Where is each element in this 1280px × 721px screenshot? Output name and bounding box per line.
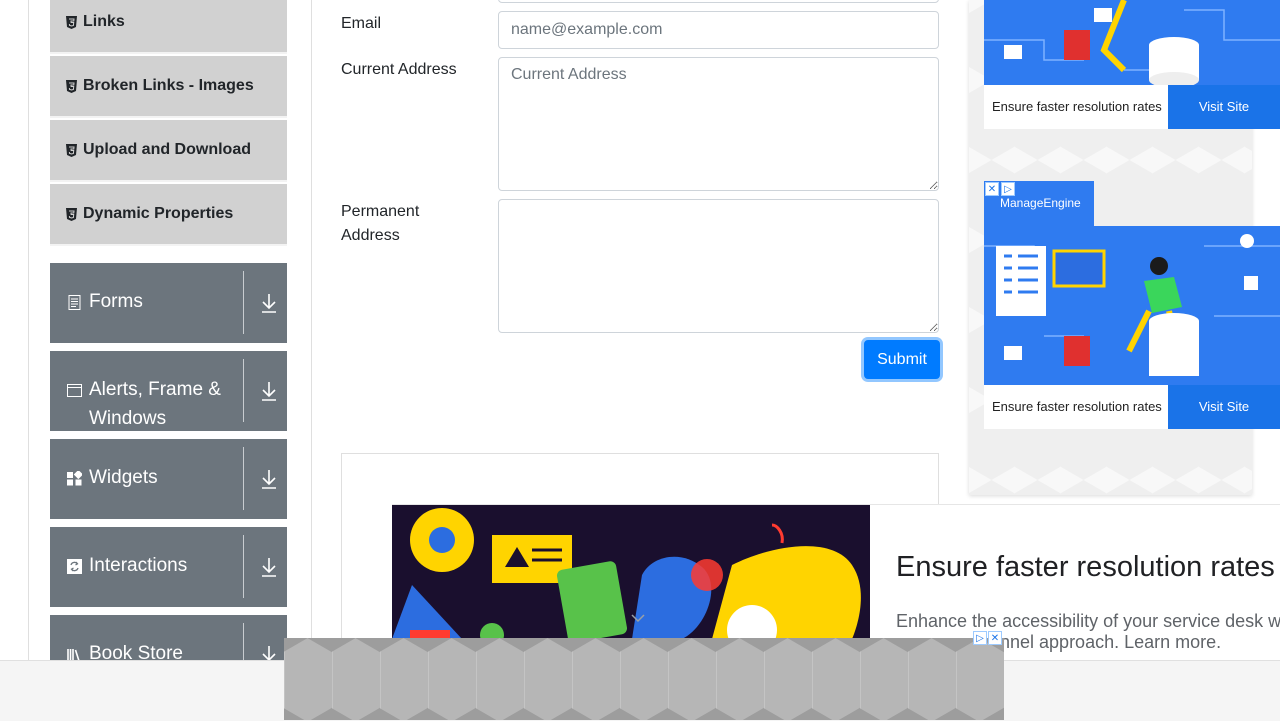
document-icon (68, 295, 81, 310)
ad-close-icon[interactable]: ✕ (985, 182, 999, 196)
side-ad-cta-2: Ensure faster resolution rates Visit Sit… (984, 385, 1280, 429)
email-label: Email (341, 15, 382, 32)
sidebar-item-label: Links (83, 13, 125, 30)
download-arrow-icon[interactable] (261, 557, 277, 577)
sidebar-item-broken-links[interactable]: Broken Links - Images (50, 56, 287, 118)
visit-site-button[interactable]: Visit Site (1168, 385, 1280, 429)
sidebar-item-label: Broken Links - Images (83, 77, 254, 94)
sidebar-item-dynamic-properties[interactable]: Dynamic Properties (50, 184, 287, 246)
download-arrow-icon[interactable] (261, 293, 277, 313)
email-input[interactable] (498, 11, 939, 49)
visit-site-button[interactable]: Visit Site (1168, 85, 1280, 129)
download-arrow-icon[interactable] (261, 381, 277, 401)
chevron-down-icon[interactable] (630, 612, 646, 624)
side-ad-cta-1: Ensure faster resolution rates Visit Sit… (984, 85, 1280, 129)
download-arrow-icon[interactable] (261, 469, 277, 489)
adchoices-icon[interactable]: ▷ (1001, 182, 1015, 196)
ad-illustration (984, 226, 1280, 385)
full-name-field-edge (498, 0, 939, 3)
window-icon (67, 384, 82, 397)
current-address-textarea[interactable] (498, 57, 939, 191)
sidebar-group-label: Widgets (89, 467, 158, 488)
widgets-icon (67, 471, 82, 486)
sidebar-group-label: Interactions (89, 555, 188, 576)
html5-icon (66, 207, 77, 221)
sticky-bottom-ad[interactable] (284, 638, 1004, 720)
divider (243, 359, 244, 422)
divider (243, 447, 244, 510)
html5-icon (66, 143, 77, 157)
permanent-address-textarea[interactable] (498, 199, 939, 333)
adchoices-icon[interactable]: ▷ (973, 631, 987, 645)
permanent-address-label: Permanent Address (341, 203, 420, 244)
brand-name: ManageEngine (1000, 196, 1081, 210)
sidebar-group-forms[interactable]: Forms (50, 263, 287, 343)
sidebar-group-alerts-frame-windows[interactable]: Alerts, Frame & Windows (50, 351, 287, 431)
sidebar-group-label: Alerts, Frame & Windows (89, 379, 221, 429)
ad-text: Ensure faster resolution rates (992, 99, 1162, 114)
ad-text: Ensure faster resolution rates (992, 399, 1162, 414)
bottom-ad-desc-line: Enhance the accessibility of your servic… (896, 611, 1280, 631)
bottom-ad[interactable]: Ensure faster resolution rates Enhance t… (392, 504, 1280, 652)
ad-illustration-art (984, 226, 1280, 385)
html5-icon (66, 79, 77, 93)
ad-close-icon[interactable]: ✕ (988, 631, 1002, 645)
sidebar-group-label: Forms (89, 291, 143, 312)
html5-icon (66, 15, 77, 29)
sidebar-item-label: Upload and Download (83, 141, 251, 158)
sidebar-group-interactions[interactable]: Interactions (50, 527, 287, 607)
sidebar-group-widgets[interactable]: Widgets (50, 439, 287, 519)
interactions-icon (67, 559, 82, 574)
bottom-ad-title: Ensure faster resolution rates (896, 551, 1275, 583)
sidebar-item-label: Dynamic Properties (83, 205, 234, 222)
current-address-label: Current Address (341, 61, 457, 78)
divider (243, 535, 244, 598)
submit-button[interactable]: Submit (864, 340, 940, 379)
ad-illustration-art (984, 0, 1280, 85)
divider (243, 271, 244, 334)
sidebar-item-links[interactable]: Links (50, 0, 287, 54)
ad-illustration (984, 0, 1280, 85)
sidebar-item-upload-download[interactable]: Upload and Download (50, 120, 287, 182)
